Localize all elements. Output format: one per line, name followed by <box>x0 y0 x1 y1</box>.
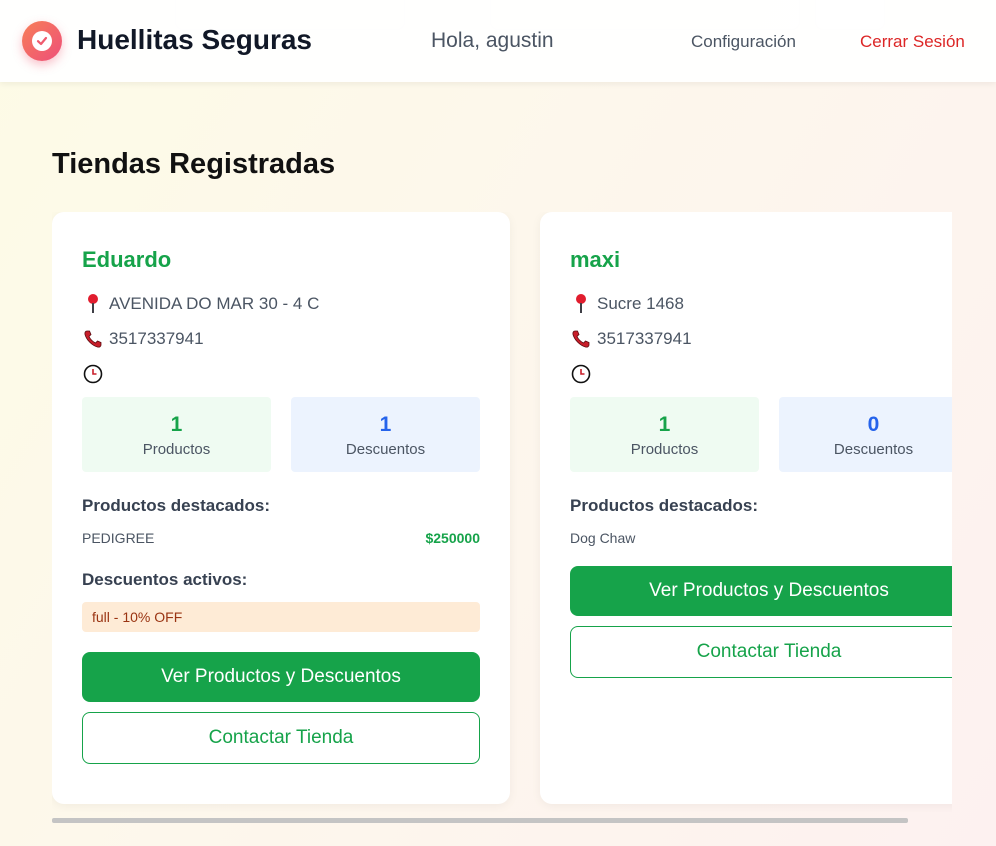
clock-icon <box>82 363 104 385</box>
product-name: Dog Chaw <box>570 530 636 546</box>
check-badge-icon[interactable] <box>22 21 62 61</box>
store-hours <box>570 362 952 386</box>
store-name: maxi <box>570 247 621 272</box>
featured-products-title: Productos destacados: <box>570 496 758 515</box>
store-phone: 3517337941 <box>82 327 480 351</box>
user-greeting: Hola, agustin <box>431 29 554 52</box>
brand-title: Huellitas Seguras <box>77 24 312 55</box>
featured-products-title: Productos destacados: <box>82 496 270 515</box>
phone-icon <box>82 328 104 350</box>
logout-link[interactable]: Cerrar Sesión <box>860 32 965 52</box>
store-card: maxi Sucre 1468 3517337941 1 Productos 0… <box>540 212 952 804</box>
products-count-box: 1 Productos <box>82 397 271 472</box>
product-row: Dog Chaw $ <box>570 530 952 546</box>
store-stats: 1 Productos 0 Descuentos <box>570 397 952 472</box>
view-products-button[interactable]: Ver Productos y Descuentos <box>570 566 952 616</box>
product-price: $250000 <box>425 530 480 546</box>
view-products-button[interactable]: Ver Productos y Descuentos <box>82 652 480 702</box>
store-hours <box>82 362 480 386</box>
contact-store-button[interactable]: Contactar Tienda <box>82 712 480 764</box>
clock-icon <box>570 363 592 385</box>
active-discounts-title: Descuentos activos: <box>82 570 248 589</box>
discounts-count-box: 1 Descuentos <box>291 397 480 472</box>
settings-link[interactable]: Configuración <box>691 32 796 52</box>
store-address: AVENIDA DO MAR 30 - 4 C <box>82 292 480 316</box>
store-phone: 3517337941 <box>570 327 952 351</box>
discount-badge: full - 10% OFF <box>82 602 480 632</box>
discounts-count-box: 0 Descuentos <box>779 397 952 472</box>
horizontal-scrollbar[interactable] <box>52 818 908 823</box>
products-count-box: 1 Productos <box>570 397 759 472</box>
top-navbar: Huellitas Seguras Hola, agustin Configur… <box>0 0 996 82</box>
store-address: Sucre 1468 <box>570 292 952 316</box>
product-row: PEDIGREE $250000 <box>82 530 480 546</box>
stores-carousel[interactable]: Eduardo AVENIDA DO MAR 30 - 4 C 35173379… <box>52 212 952 812</box>
contact-store-button[interactable]: Contactar Tienda <box>570 626 952 678</box>
phone-icon <box>570 328 592 350</box>
store-name: Eduardo <box>82 247 172 272</box>
store-stats: 1 Productos 1 Descuentos <box>82 397 480 472</box>
product-name: PEDIGREE <box>82 530 155 546</box>
store-card: Eduardo AVENIDA DO MAR 30 - 4 C 35173379… <box>52 212 510 804</box>
map-pin-icon <box>82 293 104 315</box>
page-title: Tiendas Registradas <box>52 148 336 180</box>
map-pin-icon <box>570 293 592 315</box>
